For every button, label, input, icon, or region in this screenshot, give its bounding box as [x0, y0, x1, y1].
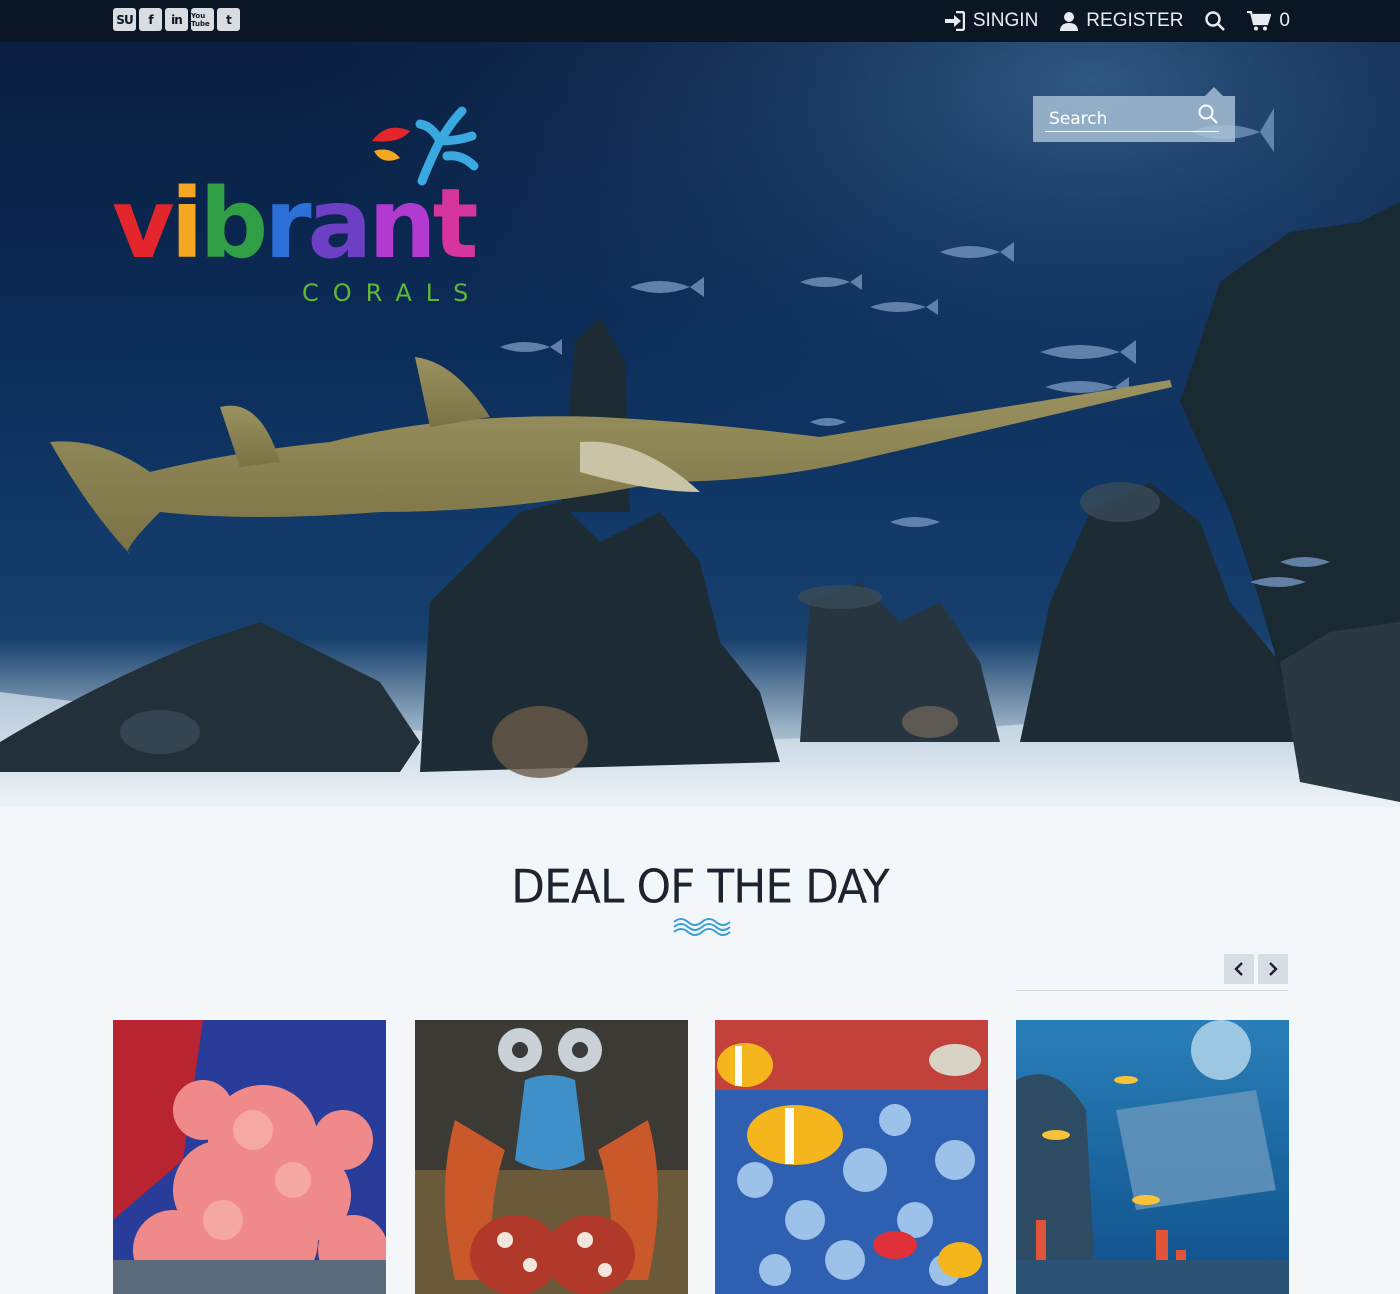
logo-letter: r	[264, 168, 311, 280]
youtube-icon[interactable]: You Tube	[191, 8, 214, 31]
logo-letter: b	[199, 168, 268, 280]
cart-icon	[1247, 11, 1272, 31]
product-card[interactable]	[1016, 1020, 1289, 1294]
product-image-shipwreck-reef	[1016, 1020, 1289, 1294]
stumbleupon-icon[interactable]: SU	[113, 8, 136, 31]
search-submit-icon[interactable]	[1198, 104, 1218, 128]
logo-wordmark: vibrant	[112, 176, 479, 272]
logo-letter: t	[432, 168, 479, 280]
register-label: REGISTER	[1086, 10, 1184, 31]
signin-label: SINGIN	[972, 10, 1039, 31]
section-title: DEAL OF THE DAY	[511, 860, 890, 915]
product-image-mantis-shrimp	[415, 1020, 688, 1294]
product-image-clownfish-coral	[715, 1020, 988, 1294]
search-toggle[interactable]	[1205, 11, 1226, 31]
linkedin-icon[interactable]: in	[165, 8, 188, 31]
cart-link[interactable]: 0	[1247, 10, 1290, 32]
cart-count: 0	[1279, 10, 1290, 31]
signin-link[interactable]: SINGIN	[943, 10, 1038, 32]
chevron-right-icon	[1269, 962, 1278, 976]
search-dropdown	[1033, 87, 1235, 142]
chevron-left-icon	[1234, 962, 1243, 976]
search-icon	[1205, 11, 1226, 31]
hero-banner: vibrant CORALS	[0, 42, 1400, 807]
carousel-prev-button[interactable]	[1224, 954, 1254, 984]
logo-letter: a	[307, 168, 373, 280]
logo-letter: v	[112, 168, 175, 280]
divider	[1016, 990, 1288, 991]
twitter-icon[interactable]: t	[217, 8, 240, 31]
carousel-next-button[interactable]	[1258, 954, 1288, 984]
waves-icon	[673, 918, 731, 936]
product-image-pink-coral	[113, 1020, 386, 1294]
product-card[interactable]	[715, 1020, 988, 1294]
carousel-controls	[1224, 954, 1288, 984]
user-icon	[1060, 11, 1079, 31]
logo-letter: i	[170, 168, 204, 280]
top-nav: SINGIN REGISTER 0	[943, 0, 1290, 42]
register-link[interactable]: REGISTER	[1060, 10, 1183, 32]
logo-letter: n	[368, 168, 436, 280]
social-links: SU f in You Tube t	[113, 8, 240, 31]
product-card[interactable]	[113, 1020, 386, 1294]
product-card[interactable]	[415, 1020, 688, 1294]
top-bar: SU f in You Tube t SINGIN REGISTER 0	[0, 0, 1400, 42]
logo-subtitle: CORALS	[302, 279, 483, 307]
facebook-icon[interactable]: f	[139, 8, 162, 31]
brand-logo[interactable]: vibrant CORALS	[112, 96, 492, 316]
sign-in-icon	[943, 11, 965, 31]
search-input[interactable]	[1045, 106, 1219, 132]
